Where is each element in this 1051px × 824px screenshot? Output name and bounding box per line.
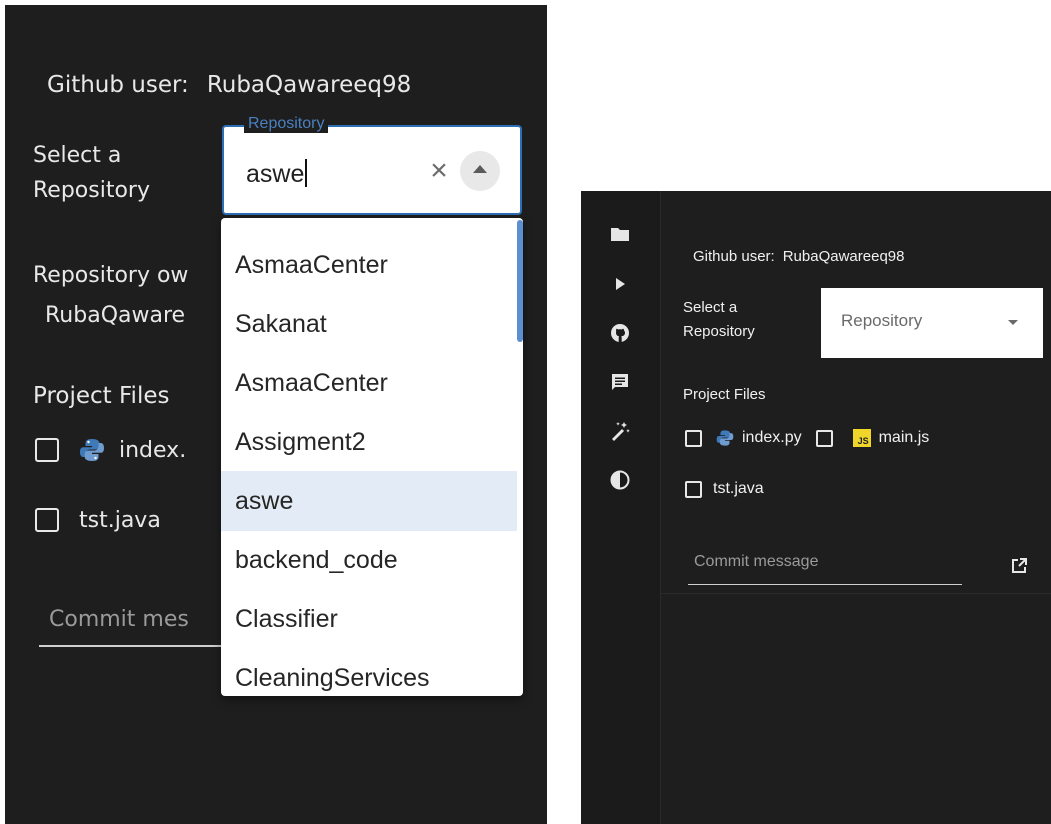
repository-owner-value: RubaQaware — [45, 303, 186, 328]
divider — [660, 593, 1051, 594]
file-checkbox[interactable] — [685, 429, 702, 447]
contrast-icon[interactable] — [609, 469, 631, 491]
file-item-index: index. — [35, 433, 186, 467]
commit-placeholder: Commit mes — [49, 607, 189, 632]
dropdown-option[interactable]: AsmaaCenter — [221, 235, 517, 295]
file-name: index.py — [742, 429, 802, 446]
commit-placeholder: Commit message — [694, 553, 819, 570]
dropdown-option[interactable]: Assigment2 — [221, 412, 517, 472]
github-user-row: Github user: RubaQawareeq98 — [47, 72, 411, 98]
external-link-icon[interactable] — [1009, 556, 1029, 576]
dropdown-option[interactable]: Classifier — [221, 589, 517, 649]
javascript-icon: JS — [852, 429, 871, 447]
repository-input-value[interactable]: aswe — [246, 159, 308, 189]
repository-field-legend: Repository — [244, 115, 329, 133]
file-name: tst.java — [79, 507, 161, 533]
repository-owner-label: Repository ow — [33, 263, 189, 288]
comment-icon[interactable] — [609, 371, 631, 393]
folder-icon[interactable] — [609, 223, 631, 245]
activity-bar — [581, 191, 661, 824]
python-icon — [716, 429, 734, 447]
python-icon — [79, 437, 105, 463]
repository-autocomplete-input[interactable]: Repository aswe × — [222, 115, 522, 215]
repository-select[interactable]: Repository — [821, 288, 1043, 358]
project-files-label: Project Files — [683, 386, 766, 403]
chevron-up-icon[interactable] — [460, 151, 500, 191]
play-icon[interactable] — [609, 273, 631, 295]
repository-placeholder: Repository — [841, 311, 923, 330]
select-repository-label: Select a Repository — [683, 296, 793, 344]
dropdown-option[interactable]: CleaningServices — [221, 648, 517, 696]
github-user-row: Github user: RubaQawareeq98 — [693, 248, 904, 265]
dropdown-option[interactable]: Sakanat — [221, 294, 517, 354]
file-item-tst: tst.java — [35, 503, 161, 537]
zoomed-repository-panel: Github user: RubaQawareeq98 Select a Repo… — [5, 5, 547, 824]
file-list-row: index.py JS main.js — [685, 427, 929, 449]
select-repository-text: Select a Repository — [683, 299, 755, 340]
dropdown-option[interactable]: backend_code — [221, 530, 517, 590]
project-files-label: Project Files — [33, 383, 170, 409]
file-checkbox[interactable] — [685, 480, 702, 498]
commit-message-input[interactable]: Commit message — [688, 549, 962, 585]
repository-dropdown-list: AsmaaCenter Sakanat AsmaaCenter Assigmen… — [221, 218, 523, 696]
file-name: main.js — [878, 429, 930, 446]
github-user-value: RubaQawareeq98 — [782, 248, 905, 265]
select-repository-label: Select a Repository — [33, 138, 173, 208]
file-name: tst.java — [713, 480, 764, 497]
extension-panel: Github user: RubaQawareeq98 Select a Repo… — [581, 191, 1051, 824]
chevron-down-icon[interactable] — [1008, 320, 1018, 325]
github-user-value: RubaQawareeq98 — [206, 72, 412, 98]
text-caret — [305, 159, 308, 187]
github-user-label: Github user: — [693, 248, 775, 265]
file-checkbox[interactable] — [35, 508, 59, 532]
file-name: index. — [119, 437, 187, 463]
dropdown-option[interactable]: AsmaaCenter — [221, 353, 517, 413]
magic-wand-icon[interactable] — [609, 420, 631, 442]
dropdown-scrollbar[interactable] — [517, 220, 523, 342]
github-user-label: Github user: — [47, 72, 189, 98]
file-list-row: tst.java — [685, 478, 764, 500]
file-checkbox[interactable] — [35, 438, 59, 462]
dropdown-option-selected[interactable]: aswe — [221, 471, 517, 531]
select-repository-text: Select a Repository — [33, 143, 150, 203]
repository-input-text: aswe — [246, 160, 305, 188]
file-checkbox[interactable] — [815, 429, 833, 447]
clear-icon[interactable]: × — [424, 153, 454, 189]
github-icon[interactable] — [609, 322, 631, 344]
